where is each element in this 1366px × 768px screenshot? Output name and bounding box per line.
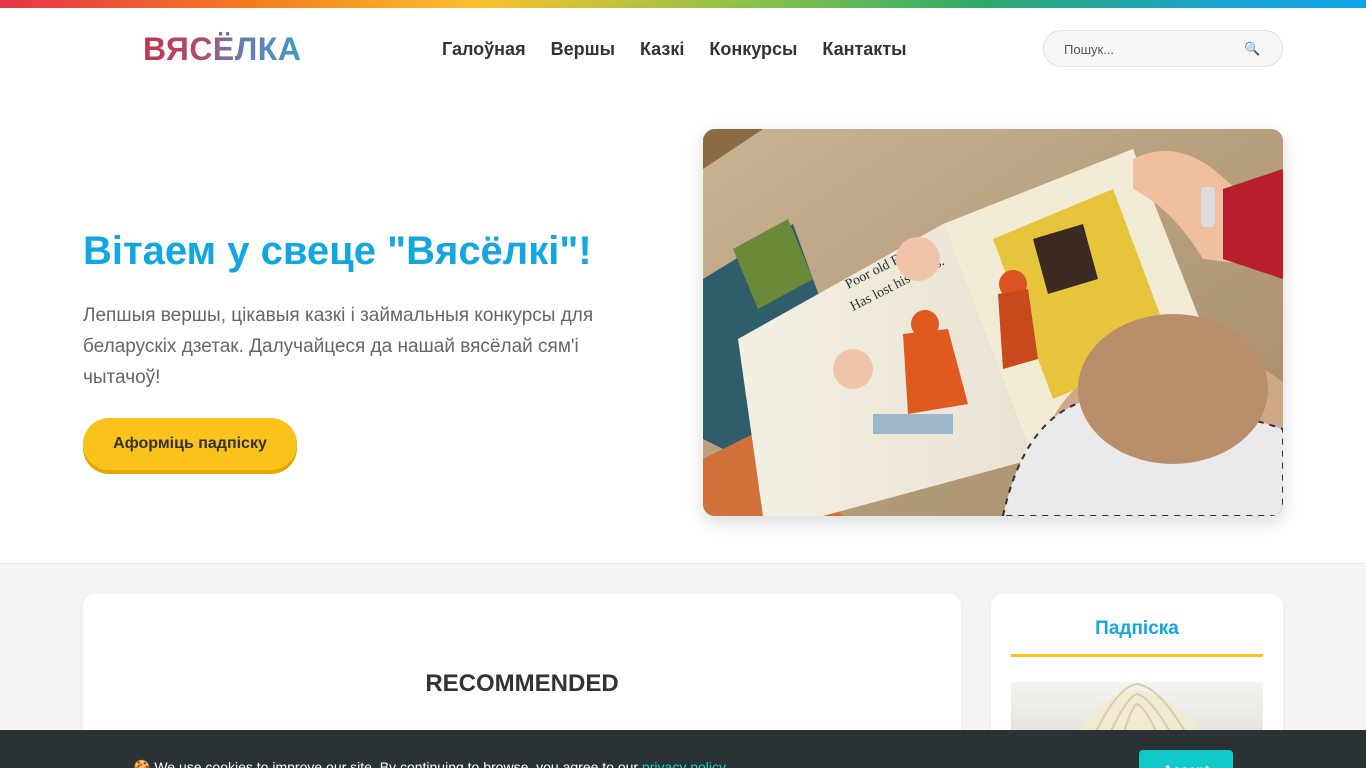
subscribe-button[interactable]: Аформіць падпіску	[83, 418, 297, 470]
nav-item-tales[interactable]: Казкі	[640, 38, 684, 60]
privacy-policy-link[interactable]: privacy policy	[642, 759, 725, 768]
search-box: 🔍	[1043, 30, 1283, 67]
search-input[interactable]	[1064, 40, 1244, 58]
cookie-text: 🍪 We use cookies to improve our site. By…	[133, 758, 729, 768]
accept-cookies-button[interactable]: Accept	[1139, 750, 1233, 768]
recommended-title: RECOMMENDED	[425, 670, 619, 697]
hero-section: Вітаем у свеце "Вясёлкі"! Лепшыя вершы, …	[0, 89, 1366, 564]
hero-text: Лепшыя вершы, цікавыя казкі і займальныя…	[83, 305, 594, 388]
site-header: ВЯСЁЛКА Галоўная Вершы Казкі Конкурсы Ка…	[0, 8, 1366, 89]
main-nav: Галоўная Вершы Казкі Конкурсы Кантакты	[442, 38, 907, 60]
subscription-title: Падпіска	[1095, 618, 1179, 639]
search-icon[interactable]: 🔍	[1244, 40, 1260, 58]
hero-title: Вітаем у свеце "Вясёлкі"!	[83, 229, 592, 273]
nav-item-poems[interactable]: Вершы	[551, 38, 615, 60]
nav-item-contacts[interactable]: Кантакты	[822, 38, 906, 60]
rainbow-stripe	[0, 0, 1366, 8]
nav-item-contests[interactable]: Конкурсы	[709, 38, 797, 60]
cookie-banner: 🍪 We use cookies to improve our site. By…	[0, 730, 1366, 768]
site-logo[interactable]: ВЯСЁЛКА	[143, 30, 301, 68]
hero-image: Poor old Fox Has lost his socks.	[703, 129, 1283, 516]
title-underline	[1011, 654, 1263, 657]
nav-item-home[interactable]: Галоўная	[442, 38, 526, 60]
